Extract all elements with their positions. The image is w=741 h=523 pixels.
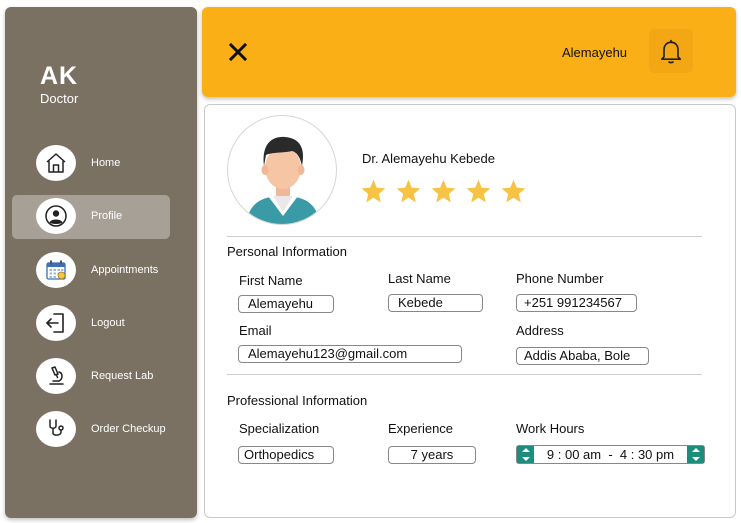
address-label: Address [516,323,564,338]
professional-info-title: Professional Information [227,393,368,408]
star-icon [501,179,526,203]
star-icon [396,179,421,203]
close-icon[interactable] [226,40,250,64]
home-icon [36,145,76,181]
sidebar-item-home[interactable]: Home [12,142,170,186]
stethoscope-icon [36,411,76,447]
sidebar-item-label: Order Checkup [91,423,166,435]
address-field[interactable]: Addis Ababa, Bole [516,347,649,365]
top-header: Alemayehu [202,7,736,97]
sidebar-item-label: Logout [91,317,125,329]
experience-field[interactable]: 7 years [388,446,476,464]
sidebar: AK Doctor Home Profile Appointments Logo… [5,7,197,518]
sidebar-item-label: Profile [91,210,123,222]
first-name-label: First Name [239,273,303,288]
chevron-down-icon [691,456,700,461]
brand-initials: AK [40,62,79,90]
sidebar-item-label: Home [91,157,121,169]
phone-label: Phone Number [516,271,604,286]
last-name-label: Last Name [388,271,451,286]
work-hours-field[interactable]: 9 : 00 am - 4 : 30 pm [516,445,705,464]
divider [227,236,702,237]
chevron-down-icon [521,456,530,461]
experience-label: Experience [388,421,454,436]
user-icon [36,198,76,234]
chevron-up-icon [521,448,530,453]
microscope-icon [36,358,76,394]
personal-info-title: Personal Information [227,244,347,259]
sidebar-item-logout[interactable]: Logout [12,302,170,346]
first-name-field[interactable]: Alemayehu [238,295,334,313]
phone-field[interactable]: +251 991234567 [516,294,637,312]
last-name-field[interactable]: Kebede [388,294,483,312]
star-icon [466,179,491,203]
profile-card: Dr. Alemayehu Kebede Personal Informatio… [204,104,736,518]
chevron-up-icon [691,448,700,453]
divider [227,374,702,375]
sidebar-item-appointments[interactable]: Appointments [12,249,170,293]
email-field[interactable]: Alemayehu123@gmail.com [238,345,462,363]
sidebar-item-request-lab[interactable]: Request Lab [12,355,170,399]
doctor-full-name: Dr. Alemayehu Kebede [362,151,495,166]
header-user-name: Alemayehu [562,45,628,60]
time-stepper-end[interactable] [687,446,704,463]
email-label: Email [239,323,272,338]
sidebar-item-label: Appointments [91,264,159,276]
sidebar-item-profile[interactable]: Profile [12,195,170,239]
work-hours-label: Work Hours [516,421,585,436]
calendar-icon [36,252,76,288]
work-hours-value: 9 : 00 am - 4 : 30 pm [546,447,675,462]
sidebar-item-label: Request Lab [91,370,154,382]
avatar [227,115,337,225]
star-icon [361,179,386,203]
brand-role: Doctor [40,91,79,106]
rating-stars [360,178,527,205]
sidebar-item-order-checkup[interactable]: Order Checkup [12,408,170,452]
star-icon [431,179,456,203]
specialization-field[interactable]: Orthopedics [238,446,334,464]
bell-icon[interactable] [649,29,693,73]
time-stepper-start[interactable] [517,446,534,463]
specialization-label: Specialization [239,421,320,436]
logout-icon [36,305,76,341]
